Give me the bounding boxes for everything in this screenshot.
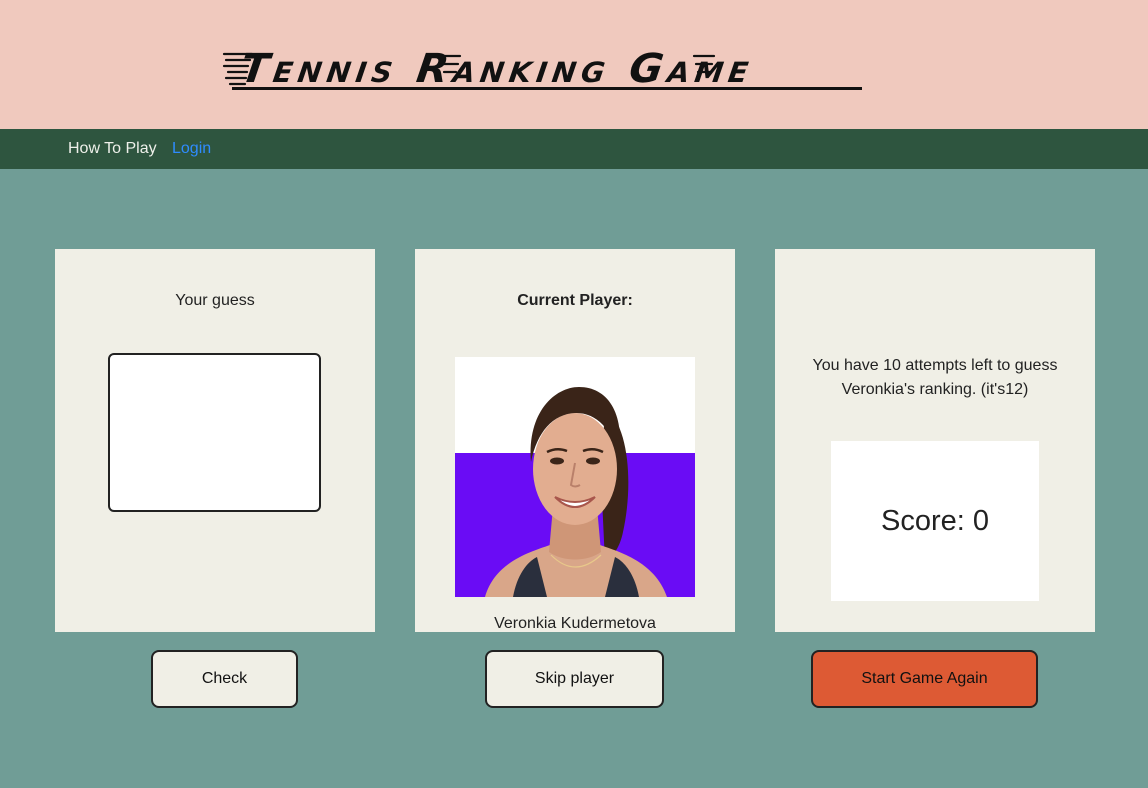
check-button[interactable]: Check	[151, 650, 298, 708]
player-name: Veronkia Kudermetova	[494, 615, 656, 632]
score-box: Score: 0	[831, 441, 1039, 601]
guess-input[interactable]	[108, 353, 321, 512]
player-photo	[455, 357, 695, 597]
guess-card: Your guess	[55, 249, 375, 632]
attempts-message: You have 10 attempts left to guess Veron…	[812, 357, 1058, 398]
player-card: Current Player: Veronkia Kudermetova	[415, 249, 735, 632]
header: Tennis Ranking Game	[0, 0, 1148, 129]
skip-player-button[interactable]: Skip player	[485, 650, 664, 708]
navbar: How To Play Login	[0, 129, 1148, 169]
player-portrait-icon	[455, 357, 695, 597]
game-title: Tennis Ranking Game	[237, 46, 757, 92]
nav-login[interactable]: Login	[172, 140, 211, 158]
start-game-again-button[interactable]: Start Game Again	[811, 650, 1038, 708]
game-logo: Tennis Ranking Game	[222, 44, 864, 96]
score-text: Score: 0	[881, 504, 989, 537]
nav-how-to-play[interactable]: How To Play	[68, 140, 157, 158]
status-card: You have 10 attempts left to guess Veron…	[775, 249, 1095, 632]
guess-label: Your guess	[175, 292, 255, 309]
current-player-label: Current Player:	[517, 292, 633, 309]
title-underline	[232, 87, 862, 90]
